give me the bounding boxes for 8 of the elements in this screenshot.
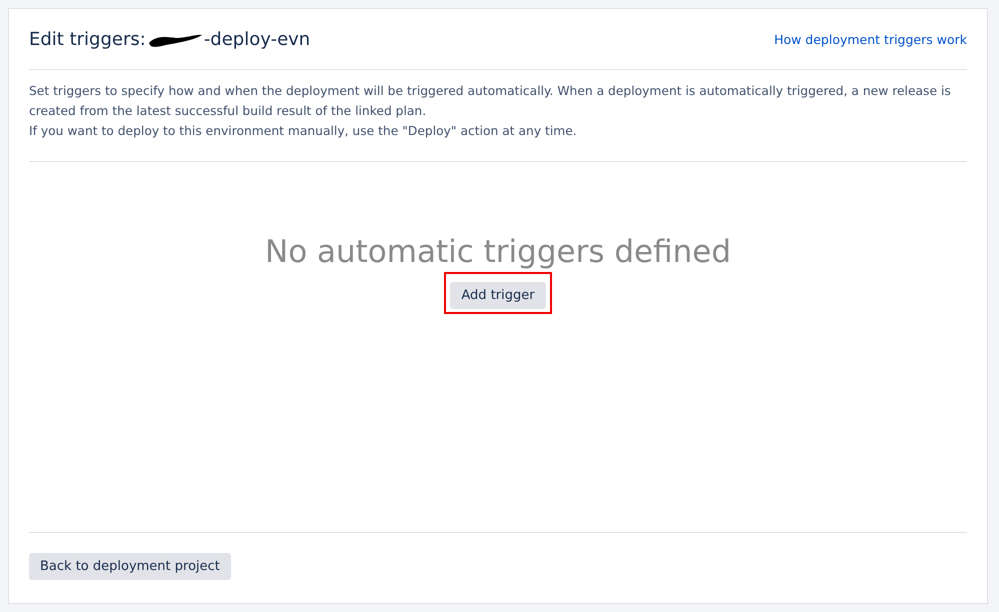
- title-label: Edit triggers:: [29, 29, 146, 50]
- environment-name: -deploy-evn: [204, 29, 310, 50]
- help-link[interactable]: How deployment triggers work: [774, 32, 967, 47]
- empty-state-message: No automatic triggers defined: [265, 233, 731, 272]
- back-button[interactable]: Back to deployment project: [29, 553, 231, 580]
- add-trigger-button[interactable]: Add trigger: [450, 282, 546, 309]
- description-text: Set triggers to specify how and when the deployment will be triggered automatically. When a deployment is automatically triggered, a new release is created from the latest successful build result of the linked plan.: [29, 83, 952, 120]
- description-text: If you want to deploy to this environment manually, use the "Deploy" action at any time.: [29, 123, 578, 140]
